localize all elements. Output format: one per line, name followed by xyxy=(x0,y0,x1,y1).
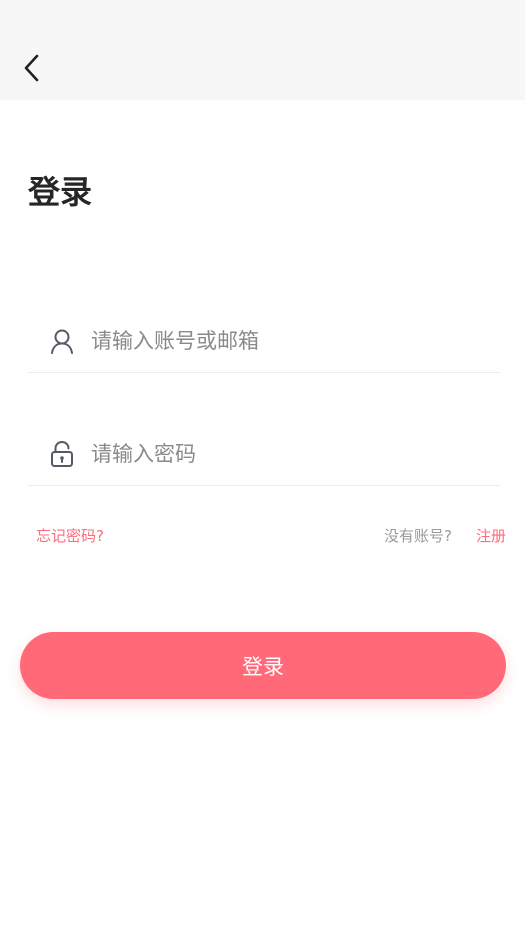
page-title: 登录 xyxy=(28,173,93,211)
account-input[interactable] xyxy=(91,320,471,361)
forgot-password-link[interactable]: 忘记密码? xyxy=(36,525,104,547)
chevron-left-icon xyxy=(24,54,39,82)
password-input[interactable] xyxy=(91,433,471,474)
top-bar xyxy=(0,0,525,100)
login-button[interactable]: 登录 xyxy=(20,632,506,699)
register-link[interactable]: 注册 xyxy=(476,525,506,547)
login-page: 登录 忘记密码? 没有账号? 注册 登录 xyxy=(0,0,525,945)
account-field xyxy=(28,309,500,373)
password-field xyxy=(28,422,500,486)
no-account-text: 没有账号? xyxy=(384,527,452,545)
back-button[interactable] xyxy=(14,48,50,88)
user-icon xyxy=(50,327,74,355)
lock-icon xyxy=(50,440,74,468)
login-button-label: 登录 xyxy=(242,654,284,679)
